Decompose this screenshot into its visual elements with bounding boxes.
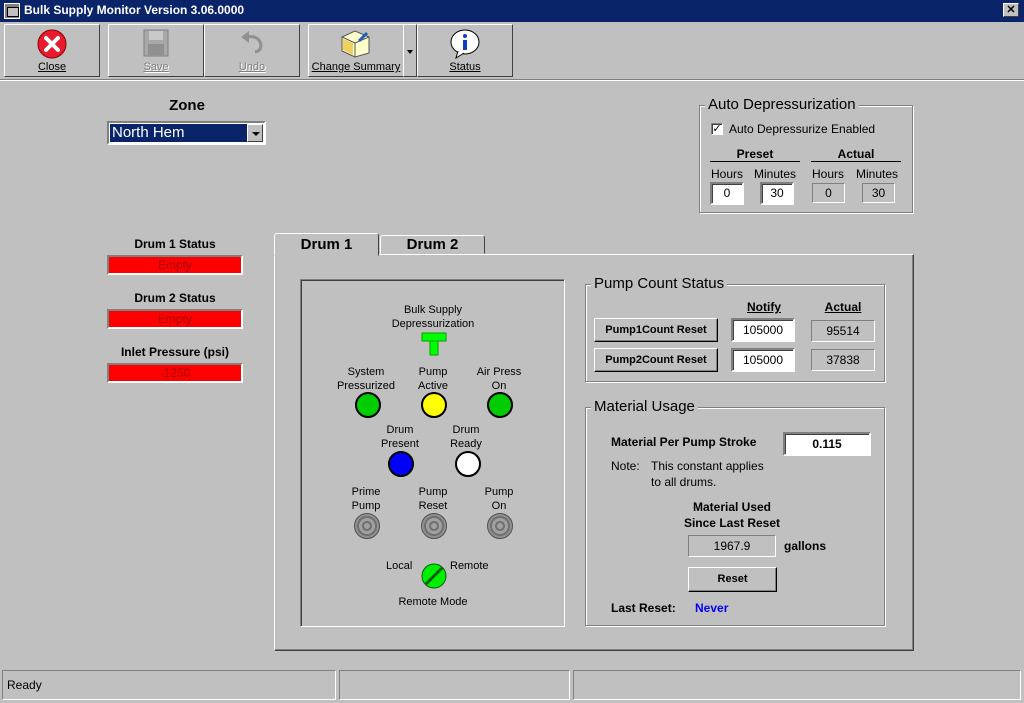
save-button[interactable]: Save	[108, 24, 204, 77]
actual-hours-label: Hours	[812, 167, 845, 181]
pump1-notify-input[interactable]: 105000	[731, 318, 795, 342]
remote-label: Remote	[450, 560, 489, 572]
window-title: Bulk Supply Monitor Version 3.06.0000	[24, 3, 245, 17]
pump2-notify-input[interactable]: 105000	[731, 348, 795, 372]
zone-label: Zone	[169, 97, 205, 114]
change-summary-icon	[341, 30, 370, 58]
inlet-pressure-value: -1250	[107, 363, 243, 383]
gallons-unit: gallons	[784, 539, 827, 553]
pump-on-label: Pump On	[484, 486, 514, 512]
actual-header: Actual	[811, 147, 901, 162]
drum-present-lamp	[388, 451, 414, 477]
pump-active-lamp	[421, 392, 447, 418]
last-reset-value: Never	[695, 601, 729, 615]
actual-hours-value: 0	[812, 183, 845, 203]
pump-on-button[interactable]	[487, 513, 513, 539]
air-press-on-lamp	[487, 392, 513, 418]
preset-minutes-input[interactable]: 30	[760, 182, 794, 205]
pump1-actual-value: 95514	[811, 320, 875, 342]
drum2-status-label: Drum 2 Status	[134, 291, 216, 305]
preset-minutes-label: Minutes	[754, 167, 797, 181]
tab-drum2[interactable]: Drum 2	[380, 235, 485, 254]
info-icon	[450, 29, 480, 59]
remote-mode-label: Remote Mode	[398, 596, 468, 608]
undo-icon	[241, 31, 263, 54]
status-button[interactable]: Status	[417, 24, 513, 77]
change-summary-button[interactable]: Change Summary	[308, 24, 404, 77]
note-label: Note:	[611, 459, 640, 473]
auto-depressurization-title: Auto Depressurization	[705, 96, 859, 113]
pump2-count-reset-button[interactable]: Pump2Count Reset	[594, 348, 718, 372]
close-button[interactable]: Close	[4, 24, 100, 77]
change-summary-dropdown[interactable]	[403, 24, 417, 77]
auto-depressurize-checkbox[interactable]: ✓	[711, 123, 723, 135]
local-label: Local	[386, 560, 413, 572]
prime-pump-button[interactable]	[354, 513, 380, 539]
save-label: Save	[143, 61, 169, 73]
note-line1: This constant applies	[651, 459, 764, 473]
drum-ready-label: Drum Ready	[450, 424, 482, 450]
per-stroke-input[interactable]: 0.115	[783, 432, 871, 456]
save-icon	[143, 29, 169, 57]
notify-header: Notify	[747, 300, 781, 314]
preset-header: Preset	[710, 147, 800, 162]
undo-button[interactable]: Undo	[204, 24, 300, 77]
toolbar-separator	[0, 79, 1024, 81]
change-summary-label: Change Summary	[311, 61, 401, 73]
actual-count-header: Actual	[824, 300, 862, 314]
system-pressurized-label: System Pressurized	[336, 366, 396, 392]
depressurization-valve-icon	[421, 332, 447, 356]
pump1-count-reset-button[interactable]: Pump1Count Reset	[594, 318, 718, 342]
drum1-status-value: Empty	[107, 255, 243, 275]
pump-reset-button[interactable]	[421, 513, 447, 539]
actual-minutes-value: 30	[862, 183, 895, 203]
status-pane-3	[573, 670, 1021, 700]
actual-minutes-label: Minutes	[856, 167, 899, 181]
status-label: Status	[449, 61, 481, 73]
per-stroke-label: Material Per Pump Stroke	[611, 435, 757, 449]
note-line2: to all drums.	[651, 475, 717, 489]
close-icon	[37, 29, 67, 59]
reset-material-button[interactable]: Reset	[688, 567, 777, 592]
pump-reset-label: Pump Reset	[418, 486, 448, 512]
drum2-status-value: Empty	[107, 309, 243, 329]
pump-active-label: Pump Active	[418, 366, 448, 392]
preset-hours-input[interactable]: 0	[710, 182, 744, 205]
chevron-down-icon[interactable]	[247, 124, 263, 142]
preset-hours-label: Hours	[711, 167, 744, 181]
drum-present-label: Drum Present	[381, 424, 419, 450]
status-ready: Ready	[2, 670, 336, 700]
material-used-value: 1967.9	[688, 535, 776, 557]
app-icon	[4, 3, 20, 19]
system-pressurized-lamp	[355, 392, 381, 418]
status-pane-2	[339, 670, 570, 700]
window-close-button[interactable]: ✕	[1003, 3, 1019, 17]
zone-select-value: North Hem	[110, 124, 247, 142]
prime-pump-label: Prime Pump	[351, 486, 381, 512]
zone-select[interactable]: North Hem	[107, 121, 266, 145]
bulk-supply-label: Bulk Supply Depressurization	[391, 304, 475, 330]
pump-count-title: Pump Count Status	[591, 275, 728, 292]
inlet-pressure-label: Inlet Pressure (psi)	[120, 345, 230, 359]
pump2-actual-value: 37838	[811, 349, 875, 371]
air-press-on-label: Air Press On	[476, 366, 522, 392]
undo-label: Undo	[238, 61, 266, 73]
material-usage-title: Material Usage	[591, 398, 698, 415]
auto-depressurize-label: Auto Depressurize Enabled	[729, 122, 876, 136]
remote-mode-switch-icon[interactable]	[420, 562, 448, 590]
tab-drum1[interactable]: Drum 1	[274, 233, 379, 256]
drum1-status-label: Drum 1 Status	[134, 237, 216, 251]
close-label: Close	[37, 61, 67, 73]
drum-ready-lamp	[455, 451, 481, 477]
material-used-label: Material Used Since Last Reset	[683, 500, 781, 530]
last-reset-label: Last Reset:	[611, 601, 676, 615]
title-bar: Bulk Supply Monitor Version 3.06.0000 ✕	[0, 0, 1024, 22]
